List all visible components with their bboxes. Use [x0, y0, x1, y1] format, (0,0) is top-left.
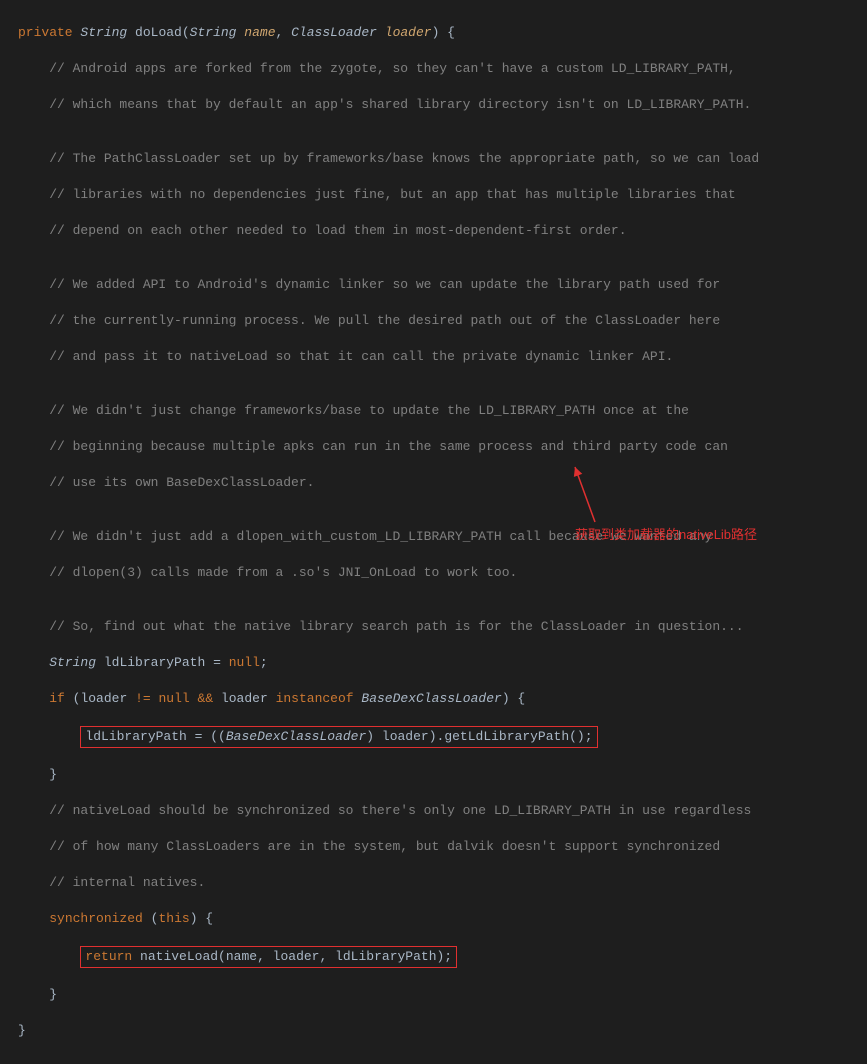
- comment: // nativeLoad should be synchronized so …: [49, 803, 751, 818]
- red-box-1: ldLibraryPath = ((BaseDexClassLoader) lo…: [80, 726, 597, 748]
- comment: // and pass it to nativeLoad so that it …: [49, 349, 673, 364]
- highlighted-line-2: return nativeLoad(name, loader, ldLibrar…: [18, 946, 867, 968]
- comment: // Android apps are forked from the zygo…: [49, 61, 736, 76]
- synchronized-line: synchronized (this) {: [18, 910, 867, 928]
- declaration: String ldLibraryPath = null;: [18, 654, 867, 672]
- comment: // We didn't just change frameworks/base…: [49, 403, 689, 418]
- comment: // which means that by default an app's …: [49, 97, 751, 112]
- comment: // depend on each other needed to load t…: [49, 223, 626, 238]
- comment: // The PathClassLoader set up by framewo…: [49, 151, 759, 166]
- comment: // use its own BaseDexClassLoader.: [49, 475, 314, 490]
- highlighted-line-1: ldLibraryPath = ((BaseDexClassLoader) lo…: [18, 726, 867, 748]
- comment: // the currently-running process. We pul…: [49, 313, 720, 328]
- comment: // libraries with no dependencies just f…: [49, 187, 736, 202]
- comment: // beginning because multiple apks can r…: [49, 439, 728, 454]
- method-signature: private String doLoad(String name, Class…: [18, 24, 867, 42]
- comment: // So, find out what the native library …: [49, 619, 743, 634]
- red-box-2: return nativeLoad(name, loader, ldLibrar…: [80, 946, 457, 968]
- comment: // of how many ClassLoaders are in the s…: [49, 839, 720, 854]
- comment: // dlopen(3) calls made from a .so's JNI…: [49, 565, 517, 580]
- annotation-text: 获取到类加载器的nativeLib路径: [575, 526, 757, 544]
- if-statement: if (loader != null && loader instanceof …: [18, 690, 867, 708]
- comment: // internal natives.: [49, 875, 205, 890]
- comment: // We added API to Android's dynamic lin…: [49, 277, 720, 292]
